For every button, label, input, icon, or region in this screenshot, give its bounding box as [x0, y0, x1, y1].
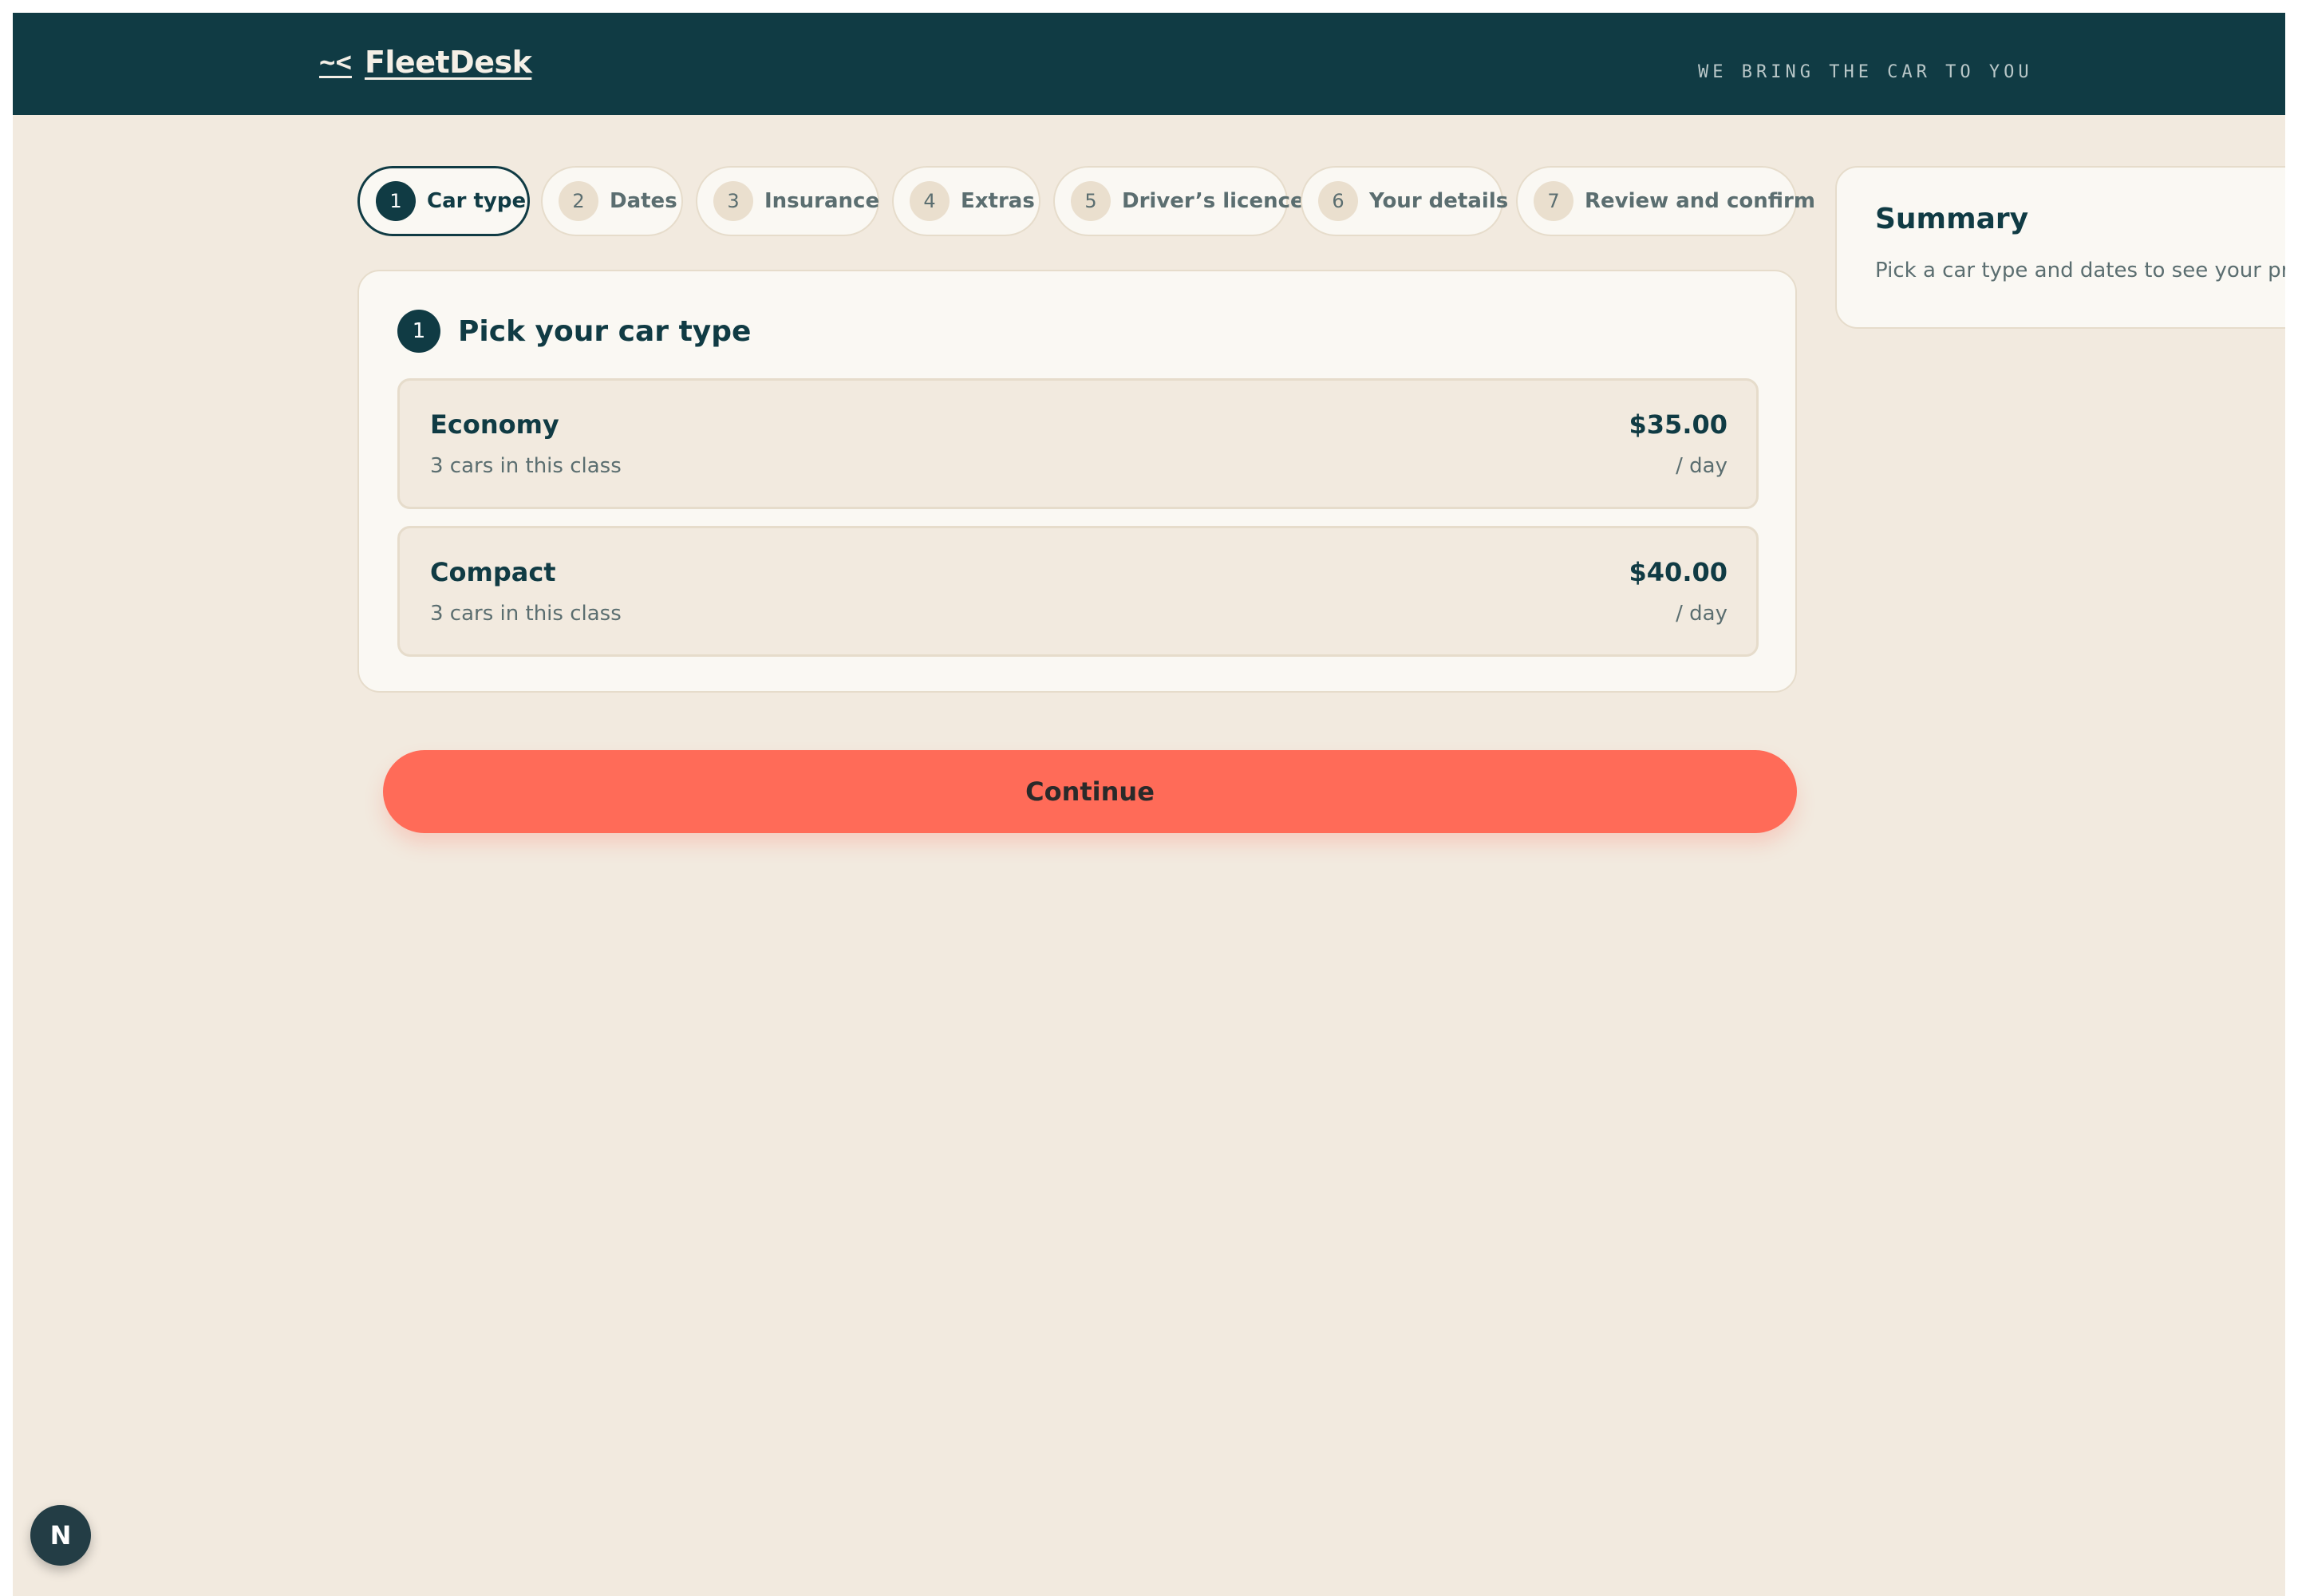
continue-button[interactable]: Continue: [383, 750, 1797, 833]
step-number: 5: [1071, 181, 1111, 221]
car-option-compact[interactable]: Compact 3 cars in this class $40.00 / da…: [397, 526, 1759, 657]
option-availability: 3 cars in this class: [430, 602, 622, 626]
step-label: Your details: [1369, 189, 1509, 213]
step-label: Driver’s licence: [1122, 189, 1305, 213]
step-dates[interactable]: 2 Dates: [541, 166, 683, 236]
step-number: 2: [559, 181, 598, 221]
step-extras[interactable]: 4 Extras: [892, 166, 1040, 236]
step-number: 7: [1534, 181, 1573, 221]
dev-tools-button[interactable]: N: [30, 1505, 91, 1566]
step-number: 4: [910, 181, 950, 221]
step-label: Insurance: [764, 189, 880, 213]
car-type-card: 1 Pick your car type Economy 3 cars in t…: [357, 270, 1797, 693]
step-number: 6: [1318, 181, 1358, 221]
option-price: $40.00: [1629, 557, 1727, 587]
step-number: 3: [713, 181, 753, 221]
step-insurance[interactable]: 3 Insurance: [696, 166, 879, 236]
logo-icon: ~<: [319, 46, 352, 78]
summary-panel: Summary Pick a car type and dates to see…: [1835, 166, 2285, 329]
step-label: Extras: [961, 189, 1035, 213]
card-header: 1 Pick your car type: [397, 310, 751, 353]
page-frame: ~< FleetDesk WE BRING THE CAR TO YOU 1 C…: [13, 13, 2285, 1596]
option-name: Compact: [430, 557, 556, 587]
option-price-unit: / day: [1676, 454, 1727, 478]
brand-logo-link[interactable]: ~< FleetDesk: [319, 45, 532, 80]
step-drivers-licence[interactable]: 5 Driver’s licence: [1053, 166, 1305, 236]
step-label: Car type: [427, 189, 527, 213]
step-label: Review and confirm: [1585, 189, 1815, 213]
car-option-economy[interactable]: Economy 3 cars in this class $35.00 / da…: [397, 378, 1759, 509]
card-title: Pick your car type: [458, 314, 752, 348]
card-step-number: 1: [397, 310, 440, 353]
step-car-type[interactable]: 1 Car type: [357, 166, 530, 236]
brand-name: FleetDesk: [364, 45, 532, 80]
step-review-and-confirm[interactable]: 7 Review and confirm: [1516, 166, 1815, 236]
top-bar: ~< FleetDesk WE BRING THE CAR TO YOU: [13, 13, 2285, 115]
summary-title: Summary: [1875, 203, 2029, 235]
step-label: Dates: [610, 189, 677, 213]
option-availability: 3 cars in this class: [430, 454, 622, 478]
tagline: WE BRING THE CAR TO YOU: [1698, 62, 2033, 82]
option-price: $35.00: [1629, 409, 1727, 440]
step-number: 1: [376, 181, 416, 221]
option-name: Economy: [430, 409, 559, 440]
summary-text: Pick a car type and dates to see your pr…: [1875, 259, 2285, 282]
step-your-details[interactable]: 6 Your details: [1301, 166, 1508, 236]
option-price-unit: / day: [1676, 602, 1727, 626]
